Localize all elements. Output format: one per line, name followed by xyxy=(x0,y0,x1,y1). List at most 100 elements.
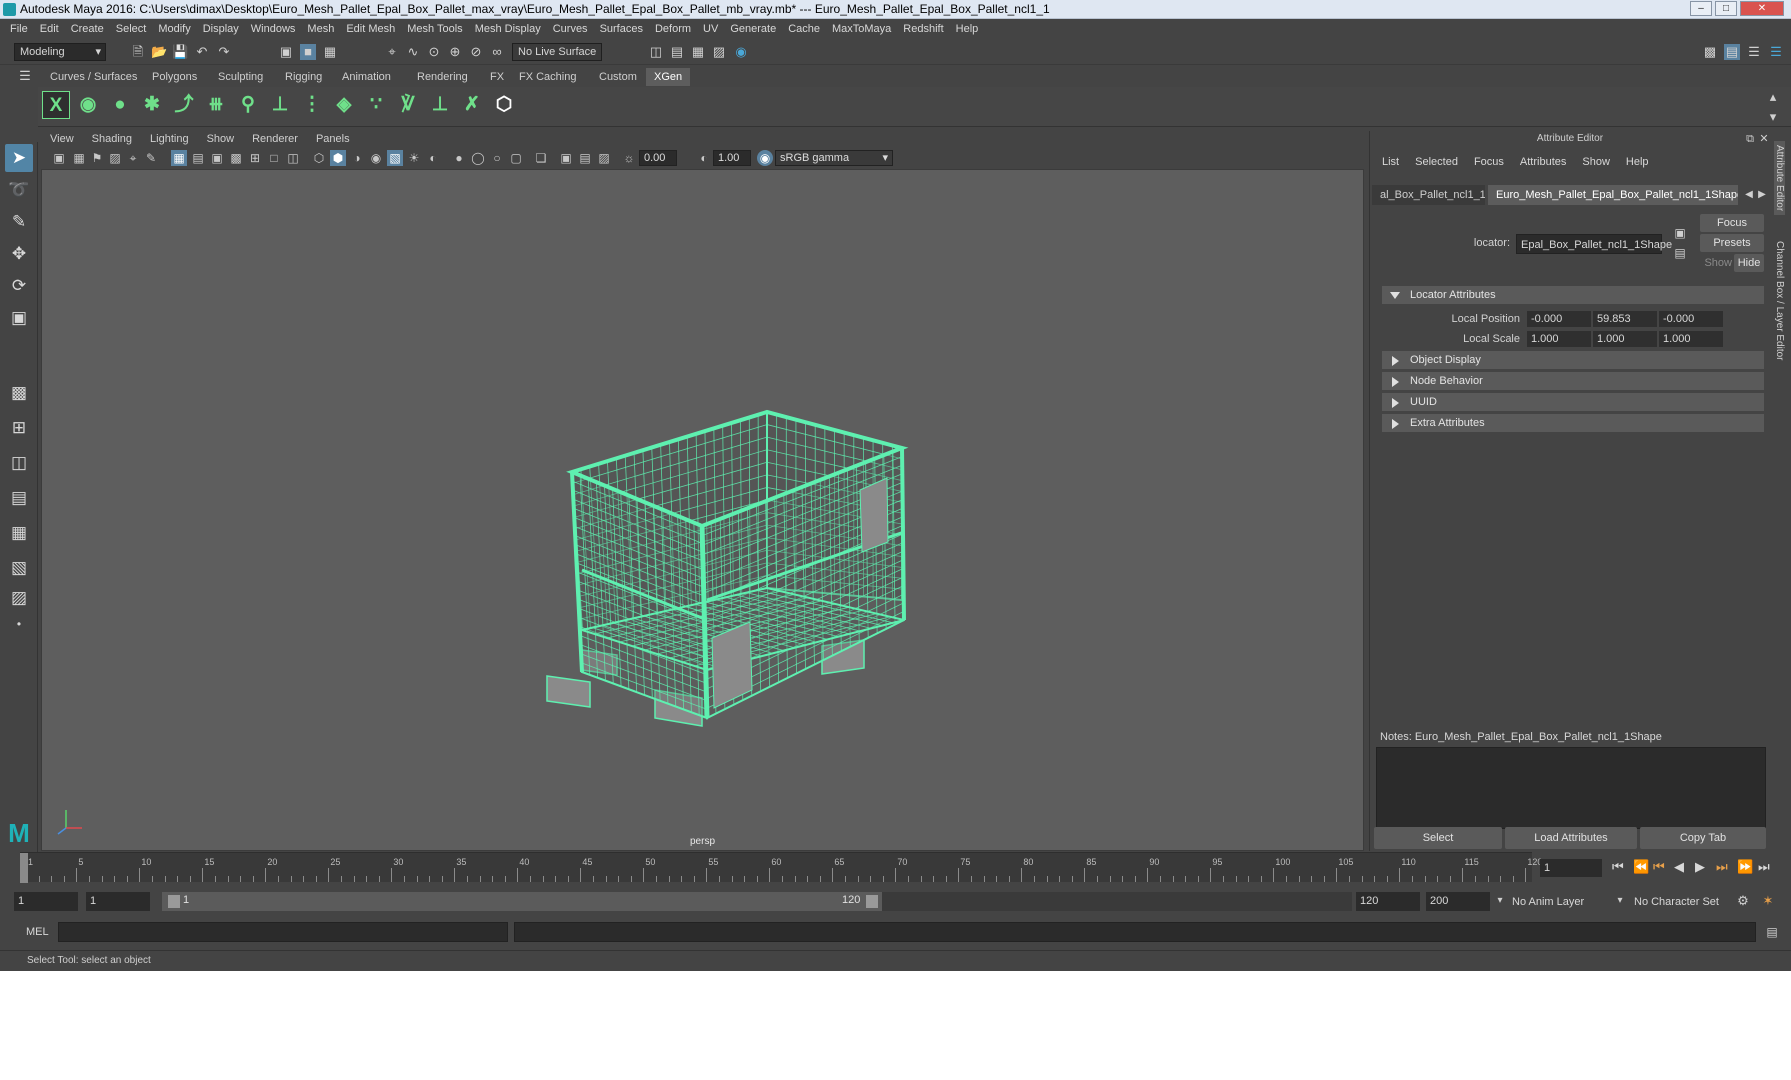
menu-display[interactable]: Display xyxy=(197,23,245,35)
menu-select[interactable]: Select xyxy=(110,23,153,35)
snap-projected-icon[interactable]: ⊕ xyxy=(447,44,463,60)
menu-file[interactable]: File xyxy=(4,23,34,35)
attr-menu-attributes[interactable]: Attributes xyxy=(1512,156,1574,168)
play-backwards-icon[interactable]: ◀ xyxy=(1674,860,1684,874)
menu-deform[interactable]: Deform xyxy=(649,23,697,35)
xgen-hex-icon[interactable]: ⬡ xyxy=(490,91,518,119)
screen-space-ao-icon[interactable]: ● xyxy=(451,150,467,166)
range-slider[interactable]: 1 120 xyxy=(162,892,882,911)
open-scene-icon[interactable]: 📂 xyxy=(151,44,167,60)
viewport-menu-show[interactable]: Show xyxy=(198,133,244,145)
viewport-menu-panels[interactable]: Panels xyxy=(307,133,359,145)
workspace-icon[interactable]: ▩ xyxy=(1702,44,1718,60)
gamma-field[interactable]: 1.00 xyxy=(713,150,751,166)
section-node-behavior[interactable]: Node Behavior xyxy=(1382,372,1764,390)
select-hierarchy-icon[interactable]: ▣ xyxy=(278,44,294,60)
shadows-icon[interactable]: ◐ xyxy=(425,150,441,166)
live-surface-field[interactable]: No Live Surface xyxy=(512,43,602,61)
time-slider[interactable]: 1 5 10 15 20 25 30 35 40 45 50 55 60 65 70 75 80 85 90 95 10… xyxy=(0,852,1791,884)
range-end-handle[interactable] xyxy=(866,895,878,908)
snap-grid-icon[interactable]: ⌖ xyxy=(384,44,400,60)
resolution-gate-icon[interactable]: ▣ xyxy=(209,150,225,166)
play-forwards-icon[interactable]: ▶ xyxy=(1695,860,1705,874)
shelf-tab-custom[interactable]: Custom xyxy=(591,68,645,86)
menu-cache[interactable]: Cache xyxy=(782,23,826,35)
menu-create[interactable]: Create xyxy=(65,23,110,35)
xgen-grooming-icon[interactable]: ◈ xyxy=(330,91,358,119)
xgen-add-guides-icon[interactable]: ✱ xyxy=(138,91,166,119)
shelf-tab-xgen[interactable]: XGen xyxy=(646,68,691,86)
render-current-frame-icon[interactable]: ▤ xyxy=(669,44,685,60)
current-frame-field[interactable]: 1 xyxy=(1540,859,1602,877)
chevron-down-icon[interactable]: ▾ xyxy=(1612,893,1628,909)
toggle-attribute-editor-icon[interactable]: ▤ xyxy=(1724,44,1740,60)
xray-components-icon[interactable]: ▨ xyxy=(596,150,612,166)
use-all-lights-icon[interactable]: ☀ xyxy=(406,150,422,166)
shelf-menu-icon[interactable]: ☰ xyxy=(17,68,33,84)
local-position-z[interactable]: -0.000 xyxy=(1659,311,1723,327)
exposure-field[interactable]: 0.00 xyxy=(639,150,677,166)
motion-blur-icon[interactable]: ◯ xyxy=(470,150,486,166)
shelf-tab-sculpting[interactable]: Sculpting xyxy=(210,68,271,86)
save-scene-icon[interactable]: 💾 xyxy=(172,44,188,60)
start-time-field[interactable]: 1 xyxy=(14,892,78,911)
menu-edit-mesh[interactable]: Edit Mesh xyxy=(340,23,401,35)
layout-more-icon[interactable]: • xyxy=(5,610,33,638)
move-tool-icon[interactable]: ✥ xyxy=(5,240,33,268)
animation-preferences-icon[interactable]: ✶ xyxy=(1760,893,1776,909)
shelf-tab-animation[interactable]: Animation xyxy=(334,68,399,86)
local-scale-z[interactable]: 1.000 xyxy=(1659,331,1723,347)
select-node-icon[interactable]: ▣ xyxy=(1672,225,1688,241)
exposure-icon[interactable]: ☼ xyxy=(621,150,637,166)
xgen-create-collection-icon[interactable]: ● xyxy=(106,91,134,119)
attr-menu-list[interactable]: List xyxy=(1374,156,1407,168)
snap-view-plane-icon[interactable]: ⊘ xyxy=(468,44,484,60)
layout-two-icon[interactable]: ◫ xyxy=(5,449,33,477)
undo-icon[interactable]: ↶ xyxy=(194,44,210,60)
select-object-icon[interactable]: ■ xyxy=(300,44,316,60)
shelf-tab-curves-surfaces[interactable]: Curves / Surfaces xyxy=(42,68,145,86)
playback-start-field[interactable]: 1 xyxy=(86,892,150,911)
isolate-select-icon[interactable]: ❏ xyxy=(533,150,549,166)
safe-title-icon[interactable]: ◫ xyxy=(285,150,301,166)
wireframe-on-shaded-icon[interactable]: ◉ xyxy=(368,150,384,166)
command-input[interactable] xyxy=(58,922,508,942)
script-editor-icon[interactable]: ▤ xyxy=(1764,924,1780,940)
color-management-icon[interactable]: ◉ xyxy=(757,150,773,166)
hide-button[interactable]: Hide xyxy=(1734,254,1764,272)
gate-mask-icon[interactable]: ▩ xyxy=(228,150,244,166)
attr-menu-help[interactable]: Help xyxy=(1618,156,1657,168)
shelf-tab-polygons[interactable]: Polygons xyxy=(144,68,205,86)
section-locator-attributes[interactable]: Locator Attributes xyxy=(1382,286,1764,304)
smooth-shade-icon[interactable]: ⬢ xyxy=(330,150,346,166)
layout-four-icon[interactable]: ⊞ xyxy=(5,414,33,442)
wireframe-icon[interactable]: ⬡ xyxy=(311,150,327,166)
toggle-channel-box-icon[interactable]: ☰ xyxy=(1768,44,1784,60)
viewport-menu-renderer[interactable]: Renderer xyxy=(243,133,307,145)
step-back-frame-icon[interactable]: ⏪ xyxy=(1633,860,1649,874)
redo-icon[interactable]: ↷ xyxy=(216,44,232,60)
shelf-tab-rigging[interactable]: Rigging xyxy=(277,68,330,86)
use-default-material-icon[interactable]: ◑ xyxy=(349,150,365,166)
xgen-sculpt-guides-icon[interactable]: ⤴ xyxy=(170,91,198,119)
xgen-editor-icon[interactable]: X xyxy=(42,91,70,119)
maximize-button[interactable]: □ xyxy=(1715,1,1737,16)
viewport-menu-shading[interactable]: Shading xyxy=(83,133,141,145)
load-attributes-button[interactable]: Load Attributes xyxy=(1505,827,1637,849)
gamma-icon[interactable]: ◐ xyxy=(696,150,712,166)
menu-edit[interactable]: Edit xyxy=(34,23,65,35)
textured-icon[interactable]: ▧ xyxy=(387,150,403,166)
field-chart-icon[interactable]: ⊞ xyxy=(247,150,263,166)
make-live-icon[interactable]: ∞ xyxy=(489,44,505,60)
xgen-preview-icon[interactable]: ◉ xyxy=(74,91,102,119)
anim-layer-dropdown[interactable]: No Anim Layer xyxy=(1512,896,1584,908)
xgen-attract-icon[interactable]: ∵ xyxy=(362,91,390,119)
layout-single-icon[interactable]: ▩ xyxy=(5,379,33,407)
select-camera-icon[interactable]: ▣ xyxy=(51,150,67,166)
shelf-scroll-down-icon[interactable]: ▾ xyxy=(1765,109,1781,125)
section-uuid[interactable]: UUID xyxy=(1382,393,1764,411)
xray-joints-icon[interactable]: ▤ xyxy=(577,150,593,166)
euro-mesh-pallet-box-model[interactable] xyxy=(42,170,1365,852)
auto-key-icon[interactable]: ⚙ xyxy=(1735,893,1751,909)
xgen-noise-icon[interactable]: ✗ xyxy=(458,91,486,119)
